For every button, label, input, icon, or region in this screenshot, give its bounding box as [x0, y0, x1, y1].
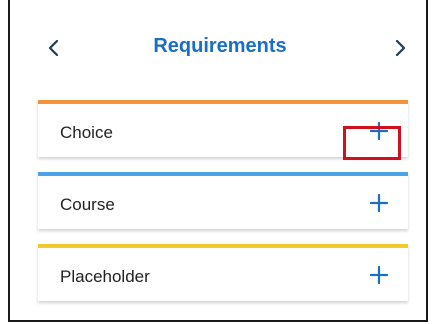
panel-header: Requirements: [10, 28, 430, 68]
requirement-color-stripe: [38, 244, 408, 248]
requirement-label: Placeholder: [60, 267, 150, 286]
chevron-right-icon: [395, 39, 406, 57]
plus-icon: [370, 122, 388, 140]
plus-icon: [370, 266, 388, 284]
requirements-panel: Requirements Choice Course Placeholder: [8, 0, 428, 322]
requirement-color-stripe: [38, 172, 408, 176]
add-course-button[interactable]: [362, 186, 396, 220]
plus-icon: [370, 194, 388, 212]
add-choice-button[interactable]: [362, 114, 396, 148]
requirement-card-placeholder: Placeholder: [38, 244, 408, 301]
requirement-card-course: Course: [38, 172, 408, 229]
add-placeholder-button[interactable]: [362, 258, 396, 292]
next-button[interactable]: [386, 34, 414, 62]
requirement-label: Course: [60, 195, 115, 214]
requirement-color-stripe: [38, 100, 408, 104]
panel-title: Requirements: [153, 35, 287, 57]
requirement-label: Choice: [60, 123, 113, 142]
requirement-card-choice: Choice: [38, 100, 408, 157]
